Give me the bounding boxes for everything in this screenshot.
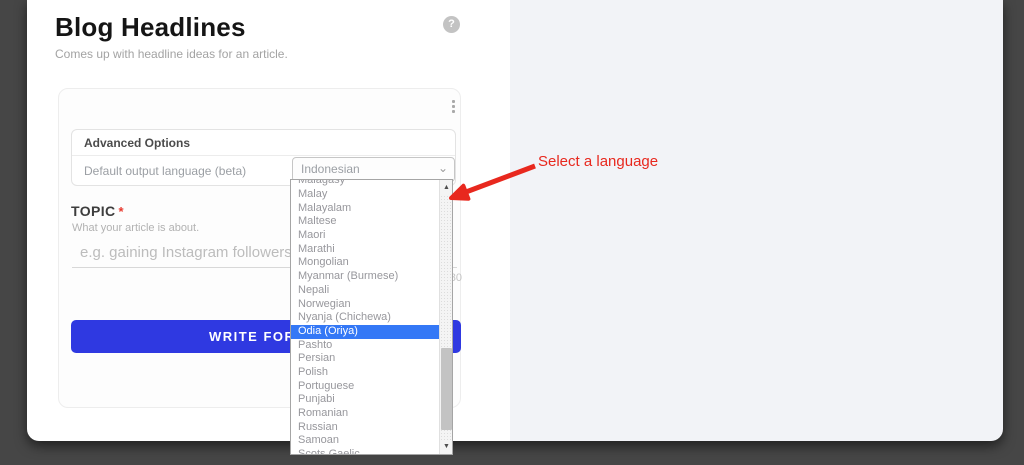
- annotation-arrow-icon: [443, 158, 543, 206]
- annotation-label: Select a language: [538, 153, 658, 170]
- scrollbar-thumb[interactable]: [441, 348, 452, 430]
- dropdown-option[interactable]: Marathi: [291, 243, 439, 257]
- topic-help-text: What your article is about.: [72, 222, 199, 234]
- page-title: Blog Headlines: [55, 12, 246, 43]
- screenshot-stage: Blog Headlines Comes up with headline id…: [0, 0, 1024, 465]
- dropdown-option[interactable]: Norwegian: [291, 298, 439, 312]
- dropdown-option[interactable]: Scots Gaelic: [291, 448, 439, 455]
- language-select-value: Indonesian: [301, 162, 360, 176]
- scroll-down-icon[interactable]: ▼: [440, 440, 453, 453]
- dropdown-option[interactable]: Malay: [291, 188, 439, 202]
- dropdown-option[interactable]: Portuguese: [291, 380, 439, 394]
- language-label: Default output language (beta): [84, 164, 246, 178]
- dropdown-option[interactable]: Maori: [291, 229, 439, 243]
- help-icon[interactable]: ?: [443, 16, 460, 33]
- dropdown-option-partial[interactable]: Malagasy: [291, 180, 439, 188]
- dropdown-option[interactable]: Samoan: [291, 434, 439, 448]
- dropdown-option[interactable]: Polish: [291, 366, 439, 380]
- app-window: Blog Headlines Comes up with headline id…: [27, 0, 1003, 441]
- dropdown-option[interactable]: Romanian: [291, 407, 439, 421]
- language-dropdown-list: Malagasy MalayMalayalamMalteseMaoriMarat…: [291, 180, 439, 455]
- language-dropdown-popup: Malagasy MalayMalayalamMalteseMaoriMarat…: [290, 179, 453, 455]
- page-subtitle: Comes up with headline ideas for an arti…: [55, 47, 288, 61]
- required-asterisk: *: [119, 204, 124, 219]
- dropdown-option[interactable]: Malayalam: [291, 202, 439, 216]
- dropdown-option[interactable]: Nepali: [291, 284, 439, 298]
- topic-label: TOPIC*: [71, 203, 124, 219]
- dropdown-option[interactable]: Nyanja (Chichewa): [291, 311, 439, 325]
- advanced-options-panel: Advanced Options Default output language…: [71, 129, 456, 186]
- dropdown-option[interactable]: Persian: [291, 352, 439, 366]
- advanced-options-heading: Advanced Options: [72, 130, 455, 156]
- dropdown-scrollbar[interactable]: ▲ ▼: [439, 180, 452, 454]
- dropdown-option[interactable]: Maltese: [291, 215, 439, 229]
- dropdown-option[interactable]: Pashto: [291, 339, 439, 353]
- dropdown-option[interactable]: Odia (Oriya): [291, 325, 439, 339]
- dropdown-option[interactable]: Myanmar (Burmese): [291, 270, 439, 284]
- kebab-menu-icon[interactable]: [452, 100, 455, 113]
- dropdown-option[interactable]: Punjabi: [291, 393, 439, 407]
- dropdown-option[interactable]: Russian: [291, 421, 439, 435]
- dropdown-option[interactable]: Mongolian: [291, 256, 439, 270]
- right-panel: [510, 0, 1003, 441]
